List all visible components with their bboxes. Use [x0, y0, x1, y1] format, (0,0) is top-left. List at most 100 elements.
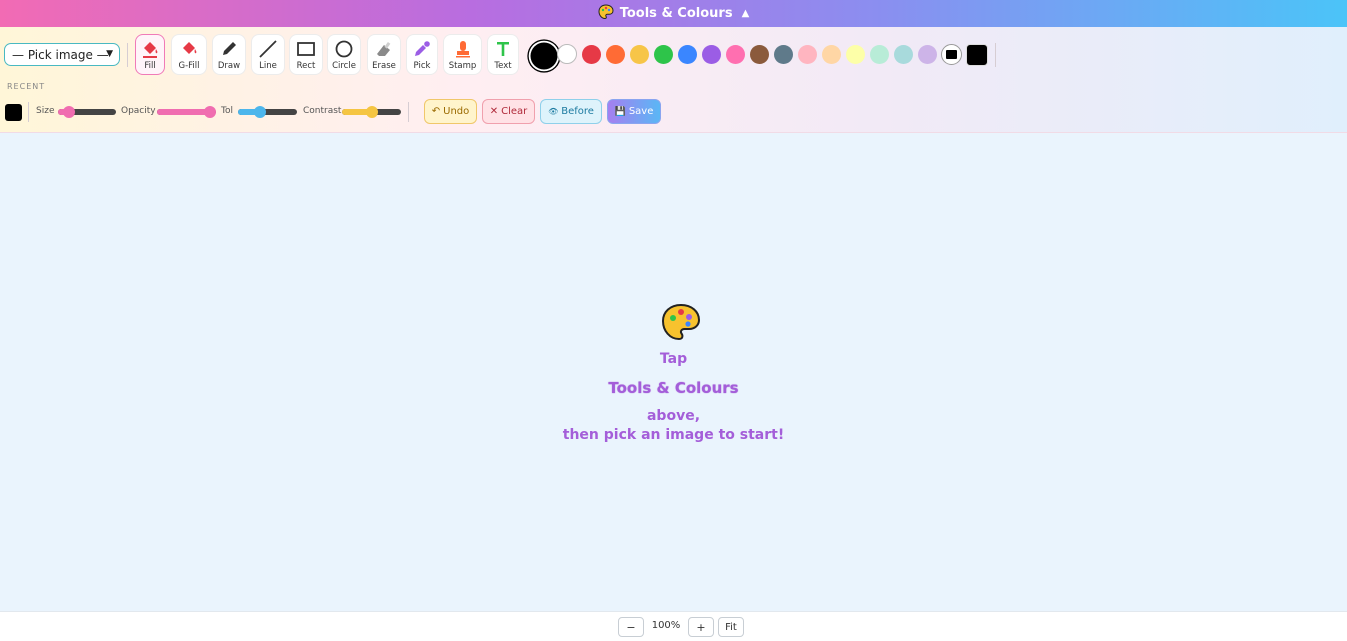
- image-select[interactable]: — Pick image — ▼: [4, 43, 120, 66]
- tools-colours-header[interactable]: Tools & Colours ▲: [0, 0, 1347, 27]
- canvas-hint-line-3: above,: [646, 408, 701, 424]
- color-swatch-blue[interactable]: [678, 45, 697, 64]
- tool-stamp[interactable]: Stamp: [443, 34, 482, 75]
- paint-bucket-icon: [140, 38, 160, 60]
- color-swatch-yellow[interactable]: [630, 45, 649, 64]
- color-swatch-aqua[interactable]: [894, 45, 913, 64]
- custom-color-preview: [946, 50, 957, 59]
- color-swatch-peach[interactable]: [822, 45, 841, 64]
- undo-label: Undo: [443, 106, 470, 117]
- contrast-slider[interactable]: [342, 106, 401, 118]
- color-swatch-light-yellow[interactable]: [846, 45, 865, 64]
- undo-icon: ↶: [431, 106, 441, 117]
- save-label: Save: [628, 106, 654, 117]
- canvas-hint-line-2: Tools & Colours: [608, 379, 739, 397]
- circle-icon: [334, 38, 354, 60]
- tool-pick[interactable]: Pick: [406, 34, 438, 75]
- line-icon: [258, 38, 278, 60]
- canvas-hint-line-1: Tap: [659, 351, 688, 367]
- palette-icon: [661, 303, 701, 341]
- opacity-label: Opacity: [121, 106, 156, 116]
- tool-rect[interactable]: Rect: [289, 34, 323, 75]
- tool-circle[interactable]: Circle: [327, 34, 361, 75]
- clear-button[interactable]: ✕ Clear: [482, 99, 535, 124]
- save-icon: 💾: [614, 106, 626, 117]
- tool-label: G-Fill: [178, 61, 200, 71]
- opacity-slider[interactable]: [157, 106, 216, 118]
- size-slider-knob[interactable]: [63, 106, 75, 118]
- color-swatch-green[interactable]: [654, 45, 673, 64]
- divider: [28, 102, 29, 122]
- divider: [408, 102, 409, 122]
- color-swatch-red[interactable]: [582, 45, 601, 64]
- eraser-icon: [374, 38, 394, 60]
- tool-label: Erase: [372, 61, 396, 71]
- color-swatch-orange[interactable]: [606, 45, 625, 64]
- controls-row: Size Opacity Tol Contrast ↶ Undo ✕ Clear: [0, 97, 1347, 127]
- header-title: Tools & Colours: [619, 6, 733, 21]
- toolbar: — Pick image — ▼ Fill G-Fill Draw Line R…: [0, 27, 1347, 133]
- eyedropper-icon: [412, 38, 432, 60]
- color-swatch-slate[interactable]: [774, 45, 793, 64]
- color-swatch-black-selected[interactable]: [530, 42, 558, 70]
- gradient-fill-icon: [179, 38, 199, 60]
- palette-icon: [598, 3, 614, 24]
- tools-row: — Pick image — ▼ Fill G-Fill Draw Line R…: [0, 27, 1347, 77]
- save-button[interactable]: 💾 Save: [607, 99, 661, 124]
- recent-color-swatch[interactable]: [5, 104, 22, 121]
- current-color-swatch[interactable]: [966, 44, 988, 66]
- collapse-arrow-icon[interactable]: ▲: [742, 8, 750, 19]
- rectangle-icon: [296, 38, 316, 60]
- color-swatch-white[interactable]: [557, 44, 577, 64]
- zoom-fit-button[interactable]: Fit: [718, 617, 744, 637]
- chevron-down-icon: ▼: [106, 49, 113, 59]
- pencil-icon: [219, 38, 239, 60]
- text-icon: [493, 38, 513, 60]
- image-select-value: — Pick image —: [12, 47, 109, 62]
- tool-line[interactable]: Line: [251, 34, 285, 75]
- canvas-area[interactable]: Tap Tools & Colours above, then pick an …: [0, 134, 1347, 611]
- tool-fill[interactable]: Fill: [135, 34, 165, 75]
- clear-label: Clear: [501, 106, 528, 117]
- tool-erase[interactable]: Erase: [367, 34, 401, 75]
- size-slider[interactable]: [58, 106, 116, 118]
- tool-label: Circle: [332, 61, 356, 71]
- stamp-icon: [453, 38, 473, 60]
- color-swatch-purple[interactable]: [702, 45, 721, 64]
- zoom-out-button[interactable]: −: [618, 617, 644, 637]
- color-swatch-lavender[interactable]: [918, 45, 937, 64]
- tolerance-label: Tol: [221, 106, 233, 116]
- tool-label: Rect: [296, 61, 316, 71]
- zoom-level: 100%: [651, 620, 681, 631]
- contrast-slider-knob[interactable]: [366, 106, 378, 118]
- color-swatch-brown[interactable]: [750, 45, 769, 64]
- tolerance-slider-knob[interactable]: [254, 106, 266, 118]
- tool-text[interactable]: Text: [487, 34, 519, 75]
- color-swatch-pink[interactable]: [726, 45, 745, 64]
- before-button[interactable]: 👁 Before: [540, 99, 602, 124]
- tool-label: Line: [259, 61, 277, 71]
- recent-label: RECENT: [7, 82, 46, 91]
- size-label: Size: [36, 106, 55, 116]
- tool-label: Stamp: [448, 61, 477, 71]
- tool-label: Pick: [413, 61, 431, 71]
- canvas-hint-line-4: then pick an image to start!: [562, 427, 785, 443]
- clear-icon: ✕: [489, 106, 499, 117]
- before-label: Before: [561, 106, 594, 117]
- tool-label: Fill: [144, 61, 156, 71]
- tool-draw[interactable]: Draw: [212, 34, 246, 75]
- opacity-slider-fill: [157, 109, 210, 115]
- color-swatch-mint[interactable]: [870, 45, 889, 64]
- undo-button[interactable]: ↶ Undo: [424, 99, 477, 124]
- eye-icon: 👁: [548, 107, 559, 116]
- tolerance-slider[interactable]: [238, 106, 297, 118]
- custom-color-picker[interactable]: [941, 44, 962, 65]
- divider: [127, 43, 128, 67]
- contrast-label: Contrast: [303, 106, 342, 116]
- tool-label: Text: [494, 61, 512, 71]
- zoom-in-button[interactable]: +: [688, 617, 714, 637]
- tool-label: Draw: [217, 61, 241, 71]
- tool-gfill[interactable]: G-Fill: [171, 34, 207, 75]
- color-swatch-light-pink[interactable]: [798, 45, 817, 64]
- opacity-slider-knob[interactable]: [204, 106, 216, 118]
